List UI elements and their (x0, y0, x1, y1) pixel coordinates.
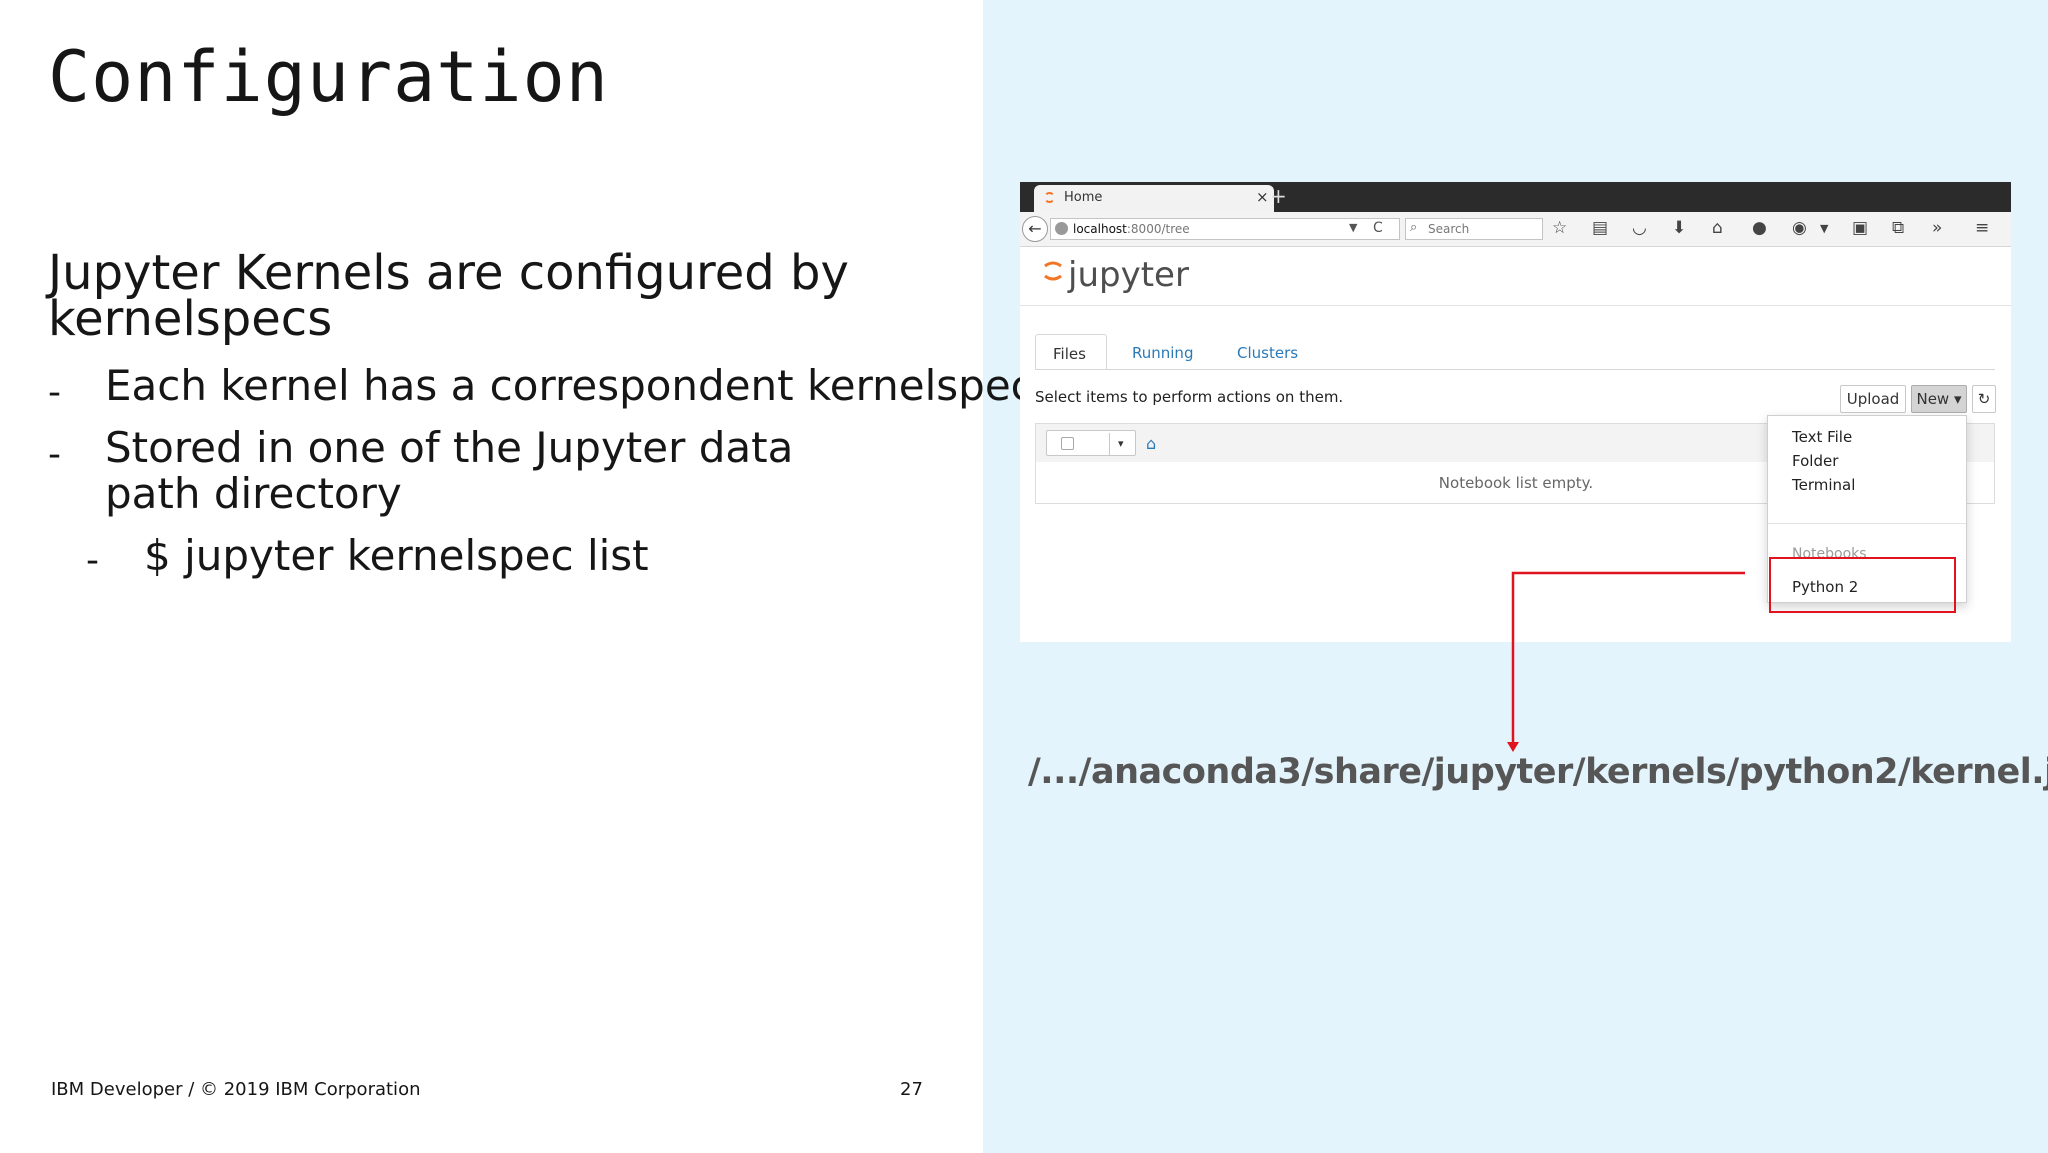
jupyter-logo-icon (1044, 261, 1062, 281)
search-placeholder: Search (1428, 222, 1470, 236)
reading-list-icon[interactable]: ▤ (1592, 218, 1608, 238)
footer-copyright: IBM Developer / © 2019 IBM Corporation (51, 1079, 421, 1100)
chevron-down-icon[interactable]: ▾ (1109, 433, 1124, 455)
page-number: 27 (900, 1079, 923, 1100)
sub-bullet-text: $ jupyter kernelspec list (144, 531, 649, 580)
bullet-text: Stored in one of the Jupyter data path d… (105, 423, 794, 518)
chat-icon[interactable]: ● (1752, 218, 1767, 238)
bullet-text: Each kernel has a correspondent kernelsp… (105, 361, 1034, 410)
tab-running[interactable]: Running (1132, 344, 1193, 362)
url-host: localhost (1073, 222, 1127, 236)
menu-item-text-file[interactable]: Text File (1792, 428, 1852, 446)
url-path: :8000/tree (1126, 222, 1190, 236)
globe-icon (1055, 222, 1068, 235)
url-dropdown-icon[interactable]: ▼ (1349, 221, 1357, 234)
notification-icon[interactable]: ▣ (1852, 218, 1868, 238)
header-divider (1020, 305, 2011, 306)
menu-item-folder[interactable]: Folder (1792, 452, 1838, 470)
url-text: localhost:8000/tree (1073, 222, 1190, 236)
search-icon: ⌕ (1410, 220, 1418, 235)
overflow-icon[interactable]: » (1932, 218, 1942, 238)
menu-icon[interactable]: ≡ (1975, 218, 1989, 238)
folder-home-icon[interactable]: ⌂ (1146, 434, 1156, 453)
bullet-dash: - (48, 372, 61, 413)
browser-tab-bar: Home × + (1020, 182, 2011, 212)
addon-dropdown-icon[interactable]: ▼ (1820, 222, 1828, 235)
bullet-dash: - (48, 434, 61, 475)
tabs-divider (1035, 369, 1995, 370)
tab-files-label: Files (1053, 345, 1086, 363)
refresh-icon[interactable]: ↻ (1972, 385, 1996, 413)
new-tab-icon[interactable]: + (1270, 184, 1287, 208)
tab-files[interactable]: Files (1035, 334, 1107, 370)
menu-item-terminal[interactable]: Terminal (1792, 476, 1855, 494)
browser-tab[interactable]: Home × (1034, 185, 1274, 212)
search-input[interactable]: ⌕ Search (1405, 218, 1543, 240)
select-instructions: Select items to perform actions on them. (1035, 388, 1344, 406)
home-icon[interactable]: ⌂ (1712, 218, 1723, 238)
star-icon[interactable]: ☆ (1552, 218, 1567, 238)
browser-nav-bar: ← localhost:8000/tree ▼ C ⌕ Search ☆ ▤ ◡… (1020, 212, 2011, 247)
new-button[interactable]: New ▾ (1911, 385, 1967, 413)
tab-title: Home (1064, 190, 1103, 205)
menu-divider (1768, 523, 1966, 524)
sub-bullet-dash: - (86, 540, 99, 581)
back-arrow-icon[interactable]: ← (1022, 216, 1048, 242)
python2-highlight-box (1769, 557, 1956, 613)
jupyter-screenshot: Home × + ← localhost:8000/tree ▼ C ⌕ Sea… (1020, 182, 2011, 642)
download-icon[interactable]: ⬇ (1672, 218, 1686, 238)
screenshot-icon[interactable]: ⧉ (1892, 218, 1904, 238)
addon-icon[interactable]: ◉ (1792, 218, 1807, 238)
jupyter-logo-text: jupyter (1068, 255, 1189, 295)
select-all-checkbox[interactable]: ▾ (1046, 430, 1136, 456)
tab-clusters[interactable]: Clusters (1237, 344, 1298, 362)
slide-heading: Jupyter Kernels are configured by kernel… (48, 245, 849, 347)
checkbox[interactable] (1061, 437, 1074, 450)
upload-button[interactable]: Upload (1840, 385, 1906, 413)
jupyter-favicon-icon (1044, 192, 1055, 203)
kernel-json-path: /.../anaconda3/share/jupyter/kernels/pyt… (1028, 752, 2048, 792)
pocket-icon[interactable]: ◡ (1632, 218, 1647, 238)
url-bar[interactable]: localhost:8000/tree ▼ C (1050, 218, 1400, 240)
reload-icon[interactable]: C (1373, 220, 1383, 236)
slide-title: Configuration (48, 36, 609, 118)
tab-close-icon[interactable]: × (1256, 188, 1269, 206)
